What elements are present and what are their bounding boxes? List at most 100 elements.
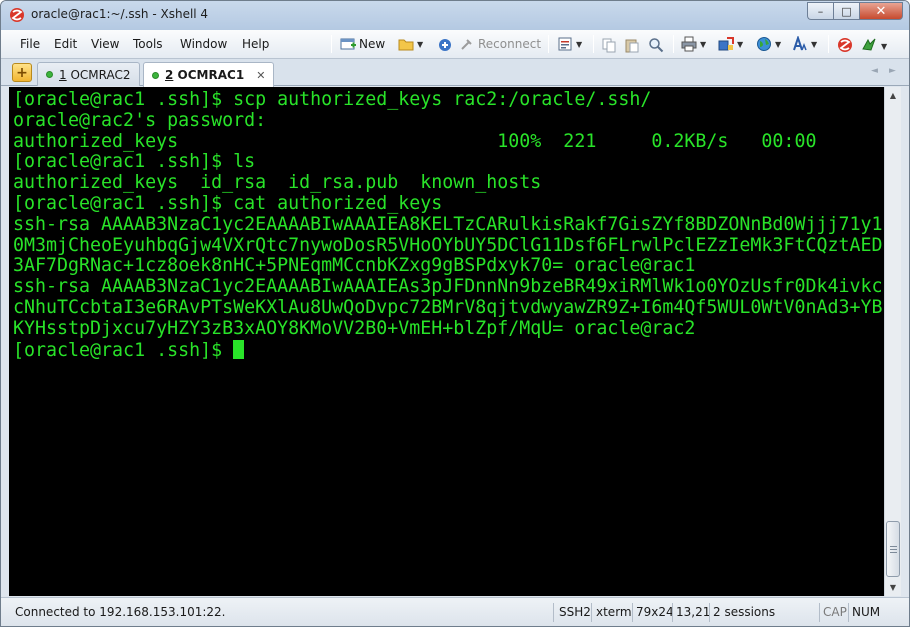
thumb-grip xyxy=(890,552,897,553)
protocol-status: SSH2 xyxy=(559,605,591,619)
toolbar-separator xyxy=(331,35,332,53)
connection-status-icon xyxy=(152,71,159,79)
scroll-up-arrow-icon[interactable]: ▲ xyxy=(885,87,901,103)
add-session-button[interactable]: + xyxy=(12,63,32,82)
chevron-down-icon: ▼ xyxy=(576,39,583,49)
reconnect-button[interactable]: Reconnect xyxy=(459,35,541,53)
menu-help[interactable]: Help xyxy=(242,37,269,51)
file-transfer-icon xyxy=(718,37,734,51)
tab-label: 1 OCMRAC2 xyxy=(59,68,131,82)
new-session-button[interactable]: New xyxy=(340,35,385,53)
tab-label: 2 OCMRAC1 xyxy=(165,68,244,82)
properties-button[interactable]: ▼ xyxy=(557,35,582,53)
more-chevron-icon[interactable]: ▼ xyxy=(881,42,887,51)
tab-ocmrac2[interactable]: 1 OCMRAC2 xyxy=(37,62,140,86)
terminal-line: 0M3mjCheoEyuhbqGjw4VXrQtc7nywoDosR5VHoOY… xyxy=(13,234,883,256)
tab-name: OCMRAC1 xyxy=(177,68,245,82)
terminal-line: authorized_keys id_rsa id_rsa.pub known_… xyxy=(13,172,542,194)
menu-toolbar: File Edit View Tools Window Help New ▼ R… xyxy=(1,30,909,59)
thumb-grip xyxy=(890,546,897,547)
open-folder-button[interactable]: ▼ xyxy=(398,35,423,53)
maximize-button[interactable]: □ xyxy=(833,2,859,20)
xshell-app-icon xyxy=(10,8,24,22)
terminal-line: ssh-rsa AAAAB3NzaC1yc2EAAAABIwAAAIEA8KEL… xyxy=(13,213,883,235)
terminal-line: oracle@rac2's password: xyxy=(13,109,278,131)
new-label: New xyxy=(359,37,386,51)
font-icon xyxy=(793,36,807,51)
close-button[interactable]: ✕ xyxy=(859,2,903,20)
terminal-line: 3AF7DgRNac+1cz8oek8nHC+5PNEqmMCcnbKZxg9g… xyxy=(13,255,696,277)
paste-icon[interactable] xyxy=(624,37,640,53)
terminal-scrollbar[interactable]: ▲ ▼ xyxy=(884,87,901,596)
menu-file[interactable]: File xyxy=(20,37,40,51)
xshell-icon[interactable] xyxy=(837,37,853,53)
reconnect-label: Reconnect xyxy=(478,37,542,51)
chevron-down-icon: ▼ xyxy=(775,39,782,49)
status-bar: Connected to 192.168.153.101:22. SSH2 xt… xyxy=(1,597,909,626)
tab-close-icon[interactable]: ✕ xyxy=(256,69,265,82)
terminal-prompt: [oracle@rac1 .ssh]$ xyxy=(13,339,234,361)
chevron-down-icon: ▼ xyxy=(417,39,424,49)
minimize-button[interactable]: – xyxy=(807,2,833,20)
tab-name: OCMRAC2 xyxy=(70,67,131,82)
chevron-down-icon: ▼ xyxy=(700,39,707,49)
print-button[interactable]: ▼ xyxy=(681,35,706,53)
tab-number: 1 xyxy=(59,67,67,82)
terminal-output[interactable]: [oracle@rac1 .ssh]$ scp authorized_keys … xyxy=(9,87,884,596)
status-separator xyxy=(591,603,592,622)
scroll-down-arrow-icon[interactable]: ▼ xyxy=(885,579,901,595)
xftp-icon[interactable] xyxy=(861,37,877,53)
new-session-icon xyxy=(340,38,356,50)
terminal-cursor xyxy=(233,339,245,359)
toolbar-separator xyxy=(673,35,674,53)
terminal-line: cNhuTCcbtaI3e6RAvPTsWeKXlAu8UwQoDvpc72BM… xyxy=(13,297,883,318)
connection-status: Connected to 192.168.153.101:22. xyxy=(15,605,226,619)
thumb-grip xyxy=(890,549,897,550)
menu-window[interactable]: Window xyxy=(180,37,227,51)
window-controls: – □ ✕ xyxy=(807,2,903,20)
chevron-down-icon: ▼ xyxy=(737,39,744,49)
connection-status-icon xyxy=(46,71,53,78)
toolbar-separator xyxy=(593,35,594,53)
tab-ocmrac1[interactable]: 2 OCMRAC1 ✕ xyxy=(143,62,275,87)
menu-edit[interactable]: Edit xyxy=(54,37,77,51)
copy-icon[interactable] xyxy=(601,37,617,53)
status-separator xyxy=(553,603,554,622)
toolbar-separator xyxy=(548,35,549,53)
globe-button[interactable]: ▼ xyxy=(756,35,781,53)
num-lock-indicator: NUM xyxy=(852,605,881,619)
chevron-down-icon: ▼ xyxy=(811,39,818,49)
terminal-line: [oracle@rac1 .ssh]$ scp authorized_keys … xyxy=(13,89,652,110)
window-title: oracle@rac1:~/.ssh - Xshell 4 xyxy=(31,7,209,21)
connect-icon[interactable] xyxy=(437,37,453,53)
xshell-window: oracle@rac1:~/.ssh - Xshell 4 – □ ✕ File… xyxy=(0,0,910,627)
terminal-line: [oracle@rac1 .ssh]$ cat authorized_keys xyxy=(13,193,443,214)
find-icon[interactable] xyxy=(648,37,664,53)
sessions-status: 2 sessions xyxy=(713,605,776,619)
terminal-line: KYHsstpDjxcu7yHZY3zB3xAOY8KMoVV2B0+VmEH+… xyxy=(13,317,696,339)
tab-scroll-left-icon[interactable]: ◄ xyxy=(871,66,878,76)
cursor-position-status: 13,21 xyxy=(676,605,711,619)
tab-scroll-right-icon[interactable]: ► xyxy=(889,66,896,76)
session-tab-bar: + 1 OCMRAC2 2 OCMRAC1 ✕ ◄ ► xyxy=(1,59,909,87)
caps-lock-indicator: CAP xyxy=(823,605,847,619)
properties-icon xyxy=(558,37,572,51)
terminal-line: [oracle@rac1 .ssh]$ ls xyxy=(13,151,256,173)
scrollbar-thumb[interactable] xyxy=(886,521,900,577)
menu-tools[interactable]: Tools xyxy=(133,37,163,51)
font-button[interactable]: ▼ xyxy=(792,35,817,53)
transfer-button[interactable]: ▼ xyxy=(718,35,743,53)
terminal-size-status: 79x24 xyxy=(636,605,674,619)
terminal-prompt-line: [oracle@rac1 .ssh]$ xyxy=(13,339,245,362)
terminal-line: ssh-rsa AAAAB3NzaC1yc2EAAAABIwAAAIEAs3pJ… xyxy=(13,276,883,298)
toolbar-separator xyxy=(828,35,829,53)
folder-icon xyxy=(398,39,414,51)
reconnect-icon xyxy=(461,39,472,50)
title-bar[interactable]: oracle@rac1:~/.ssh - Xshell 4 – □ ✕ xyxy=(1,1,909,30)
globe-icon xyxy=(757,37,771,51)
tab-number: 2 xyxy=(165,68,174,82)
menu-view[interactable]: View xyxy=(91,37,119,51)
terminal-type-status: xterm xyxy=(596,605,632,619)
terminal-line: authorized_keys 100% 221 0.2KB/s 00:00 xyxy=(13,130,861,152)
printer-icon xyxy=(681,36,697,52)
